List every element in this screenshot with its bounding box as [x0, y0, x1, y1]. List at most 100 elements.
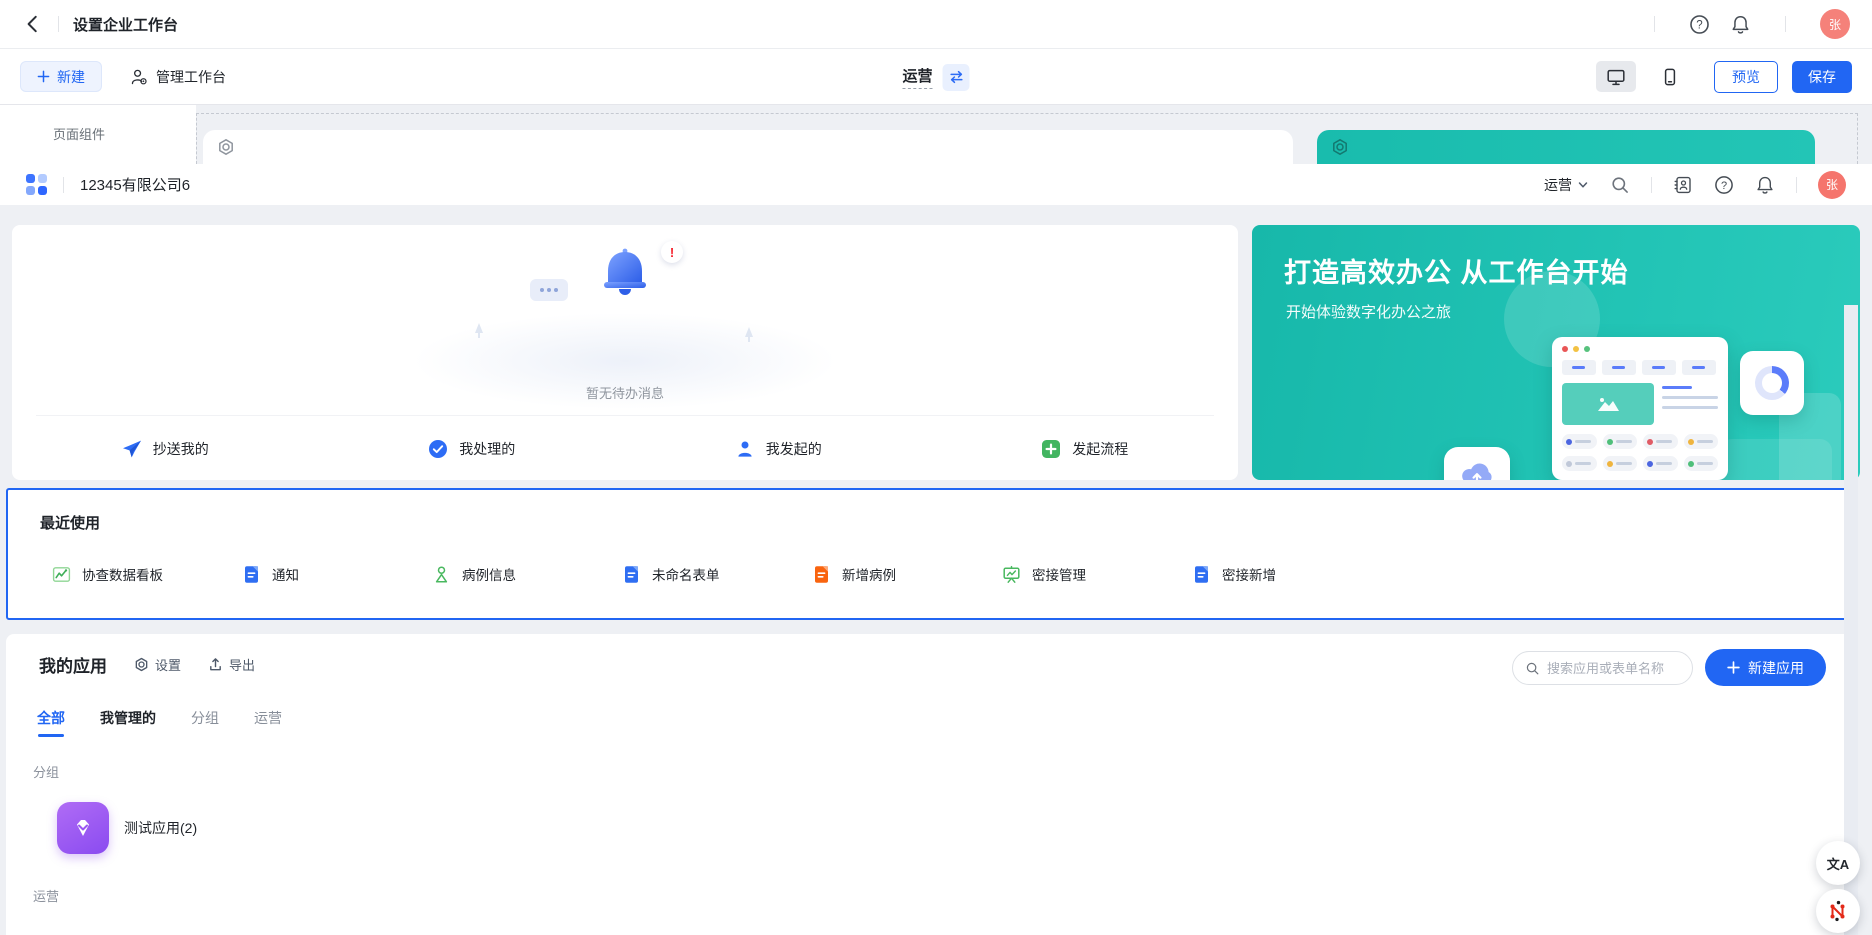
help-icon[interactable]: ? [1689, 14, 1710, 35]
component-card-top-teal[interactable] [1317, 130, 1815, 164]
empty-todo-illustration: ! [12, 233, 1238, 373]
recent-item[interactable]: 未命名表单 [622, 564, 812, 584]
apps-tab[interactable]: 我管理的 [100, 708, 156, 737]
cloud-upload-icon [1460, 459, 1494, 480]
component-card-top[interactable] [203, 130, 1293, 164]
search-icon [1525, 661, 1540, 676]
banner-subtitle: 开始体验数字化办公之旅 [1286, 301, 1451, 322]
app-search-input[interactable] [1547, 661, 1677, 676]
person-green-icon [432, 565, 451, 584]
doc-blue-icon [1192, 565, 1211, 584]
recent-item[interactable]: 协查数据看板 [52, 564, 242, 584]
screen: 设置企业工作台 ? 张 新建 管理工作台 运营 [0, 0, 1872, 935]
desktop-view-button[interactable] [1596, 61, 1636, 92]
todo-shortcut[interactable]: 发起流程 [932, 418, 1239, 480]
settings-label: 设置 [155, 655, 181, 674]
recent-used-card[interactable]: 最近使用 协查数据看板 通知 病例信息 [6, 488, 1852, 620]
monitor-icon [1606, 67, 1626, 87]
todo-shortcut[interactable]: 抄送我的 [12, 418, 319, 480]
recent-item-label: 未命名表单 [652, 564, 720, 584]
avatar[interactable]: 张 [1820, 9, 1850, 39]
apps-export-button[interactable]: 导出 [208, 655, 255, 674]
shortcut-label: 抄送我的 [153, 439, 209, 459]
recent-item-label: 密接新增 [1222, 564, 1276, 584]
recent-item[interactable]: 新增病例 [812, 564, 1002, 584]
promo-banner[interactable]: 打造高效办公 从工作台开始 开始体验数字化办公之旅 [1252, 225, 1860, 480]
dots-bubble-icon [530, 279, 568, 301]
gem-icon [70, 815, 96, 841]
banner-title: 打造高效办公 从工作台开始 [1284, 251, 1629, 290]
preview-button[interactable]: 预览 [1714, 61, 1778, 93]
top-header: 设置企业工作台 ? 张 [0, 0, 1872, 49]
address-book-icon[interactable] [1673, 175, 1693, 195]
todo-card: ! 暂无待办消息 抄送我的 我处理的 我发起的 [12, 225, 1238, 480]
doc-blue-icon [622, 565, 641, 584]
manage-workbench-button[interactable]: 管理工作台 [130, 67, 226, 87]
page-title: 设置企业工作台 [73, 14, 178, 35]
chart-green-icon [52, 565, 71, 584]
save-button[interactable]: 保存 [1792, 61, 1852, 93]
builder-canvas: 页面组件 12345有限公司6 运营 ? 张 [0, 105, 1872, 935]
network-float-button[interactable] [1816, 889, 1860, 933]
component-panel-label: 页面组件 [53, 124, 105, 143]
banner-browser-illustration [1552, 337, 1728, 480]
my-apps-card: 我的应用 设置 导出 新建应用 [6, 634, 1852, 935]
help-icon[interactable]: ? [1714, 175, 1734, 195]
divider [36, 415, 1214, 416]
recent-item-label: 新增病例 [842, 564, 896, 584]
my-apps-title: 我的应用 [39, 652, 107, 677]
app-tile[interactable]: 测试应用(2) [57, 802, 197, 854]
scrollbar-track[interactable] [1844, 305, 1858, 935]
apps-tabs: 全部 我管理的 分组 运营 [37, 708, 282, 737]
apps-settings-button[interactable]: 设置 [134, 655, 181, 674]
apps-tab[interactable]: 运营 [254, 708, 282, 737]
cloud-upload-illustration [1444, 447, 1510, 480]
back-icon[interactable] [22, 13, 44, 35]
divider [1785, 16, 1786, 32]
recent-item-label: 密接管理 [1032, 564, 1086, 584]
recent-item[interactable]: 病例信息 [432, 564, 622, 584]
env-label[interactable]: 运营 [902, 65, 932, 89]
recent-item[interactable]: 通知 [242, 564, 432, 584]
svg-text:?: ? [1696, 19, 1702, 31]
switch-env-button[interactable] [943, 64, 970, 91]
user-blue-icon [735, 439, 755, 459]
mobile-view-button[interactable] [1650, 61, 1690, 92]
image-icon [1595, 394, 1621, 414]
new-component-button[interactable]: 新建 [20, 61, 102, 92]
group-label: 分组 [33, 762, 59, 781]
avatar[interactable]: 张 [1818, 171, 1846, 199]
todo-shortcut[interactable]: 我处理的 [319, 418, 626, 480]
person-gear-icon [130, 68, 148, 86]
network-icon [1827, 900, 1849, 922]
component-settings-icon[interactable] [1331, 138, 1349, 156]
env-dropdown[interactable]: 运营 [1544, 175, 1589, 195]
todo-shortcut[interactable]: 我发起的 [625, 418, 932, 480]
recent-title: 最近使用 [40, 512, 100, 533]
bell-illustration-icon [597, 245, 653, 309]
recent-item[interactable]: 密接管理 [1002, 564, 1192, 584]
component-panel: 页面组件 [0, 105, 196, 164]
app-name: 测试应用(2) [124, 818, 197, 838]
new-app-label: 新建应用 [1748, 658, 1804, 678]
apps-tab[interactable]: 全部 [37, 708, 65, 737]
recent-item[interactable]: 密接新增 [1192, 564, 1382, 584]
app-search [1512, 651, 1693, 685]
shortcut-label: 发起流程 [1072, 439, 1128, 459]
doc-orange-icon [812, 565, 831, 584]
progress-ring-illustration [1740, 351, 1804, 415]
search-icon[interactable] [1610, 175, 1630, 195]
new-app-button[interactable]: 新建应用 [1705, 649, 1826, 686]
company-name: 12345有限公司6 [80, 174, 190, 195]
builder-toolbar: 新建 管理工作台 运营 预览 保存 [0, 49, 1872, 105]
workspace-content: ! 暂无待办消息 抄送我的 我处理的 我发起的 [0, 205, 1858, 935]
apps-tab[interactable]: 分组 [191, 708, 219, 737]
component-settings-icon[interactable] [217, 138, 235, 156]
translate-float-button[interactable]: 文A [1816, 841, 1860, 885]
bell-icon[interactable] [1755, 175, 1775, 195]
bell-icon[interactable] [1730, 14, 1751, 35]
shortcut-label: 我处理的 [459, 439, 515, 459]
svg-text:?: ? [1721, 180, 1727, 192]
divider [1651, 177, 1652, 193]
plus-icon [1727, 661, 1740, 674]
